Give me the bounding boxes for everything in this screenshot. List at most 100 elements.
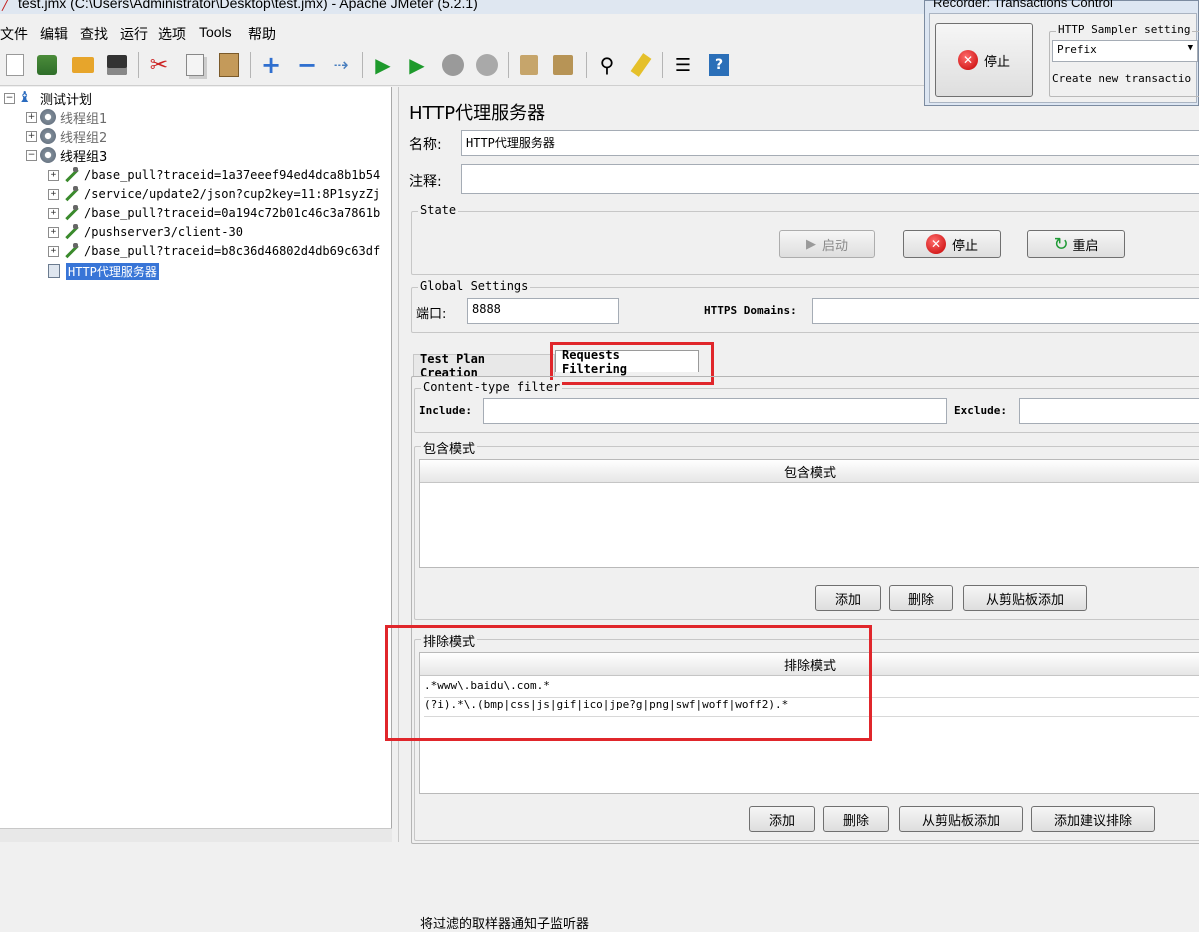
menu-options[interactable]: 选项 (158, 24, 186, 44)
sampler-settings-label: HTTP Sampler setting (1056, 23, 1193, 36)
clear-icon[interactable] (516, 52, 542, 78)
thread-group-icon (40, 128, 56, 144)
tree-node-thread-group-1[interactable]: + 线程组1 (26, 108, 107, 127)
tree-node-test-plan[interactable]: − ♝ 测试计划 (4, 88, 92, 108)
chevron-down-icon: ▼ (1187, 43, 1193, 53)
exclude-paste-button[interactable]: 从剪贴板添加 (899, 806, 1023, 832)
tree-node-proxy-server[interactable]: HTTP代理服务器 (48, 262, 159, 280)
expand-icon[interactable]: + (48, 226, 59, 238)
expand-icon[interactable]: + (26, 111, 37, 123)
collapse-icon[interactable]: − (294, 51, 320, 79)
expand-icon[interactable]: + (258, 51, 284, 79)
paste-icon[interactable] (216, 52, 242, 78)
include-delete-button[interactable]: 删除 (889, 585, 953, 611)
expand-icon[interactable]: + (26, 130, 37, 142)
port-field[interactable]: 8888 (467, 298, 619, 324)
test-plan-tree: − ♝ 测试计划 + 线程组1 + 线程组2 − 线程组3 + /base_pu… (0, 87, 392, 842)
global-settings-label: Global Settings (418, 279, 531, 293)
open-icon[interactable] (70, 52, 96, 78)
stop-icon: ✕ (957, 50, 978, 70)
tree-node-sampler[interactable]: + /base_pull?traceid=b8c36d46802d4db69c6… (48, 242, 380, 260)
new-icon[interactable] (2, 52, 28, 78)
state-group: State ▶ 启动 ✕ 停止 ↻ 重启 (411, 203, 1199, 275)
global-settings-group: Global Settings 端口: 8888 HTTPS Domains: (411, 279, 1199, 333)
templates-icon[interactable] (34, 52, 60, 78)
menu-help[interactable]: 帮助 (248, 24, 276, 44)
save-icon[interactable] (104, 52, 130, 78)
tree-node-label: 线程组2 (60, 130, 108, 146)
exclude-field[interactable] (1019, 398, 1199, 424)
start-button-label: 启动 (821, 238, 848, 254)
stop-icon[interactable] (440, 52, 466, 78)
function-helper-icon[interactable]: ☰ (670, 52, 696, 78)
create-transaction-label: Create new transactio (1052, 72, 1192, 85)
menu-run[interactable]: 运行 (120, 24, 148, 44)
exclude-add-button[interactable]: 添加 (749, 806, 815, 832)
cut-icon[interactable]: ✂ (146, 52, 172, 78)
tree-node-sampler[interactable]: + /pushserver3/client-30 (48, 223, 243, 241)
include-field[interactable] (483, 398, 947, 424)
search-icon[interactable]: ⚲ (594, 52, 620, 78)
exclude-suggested-button[interactable]: 添加建议排除 (1031, 806, 1155, 832)
comment-field[interactable] (461, 164, 1199, 194)
copy-icon[interactable] (182, 52, 208, 78)
toggle-icon[interactable]: ⇢ (328, 52, 354, 78)
requests-filtering-content: Content-type filter Include: Exclude: 包含… (411, 376, 1199, 932)
tree-node-label: 线程组3 (60, 149, 108, 165)
collapse-icon[interactable]: − (26, 149, 37, 161)
include-table-header[interactable]: 包含模式 (420, 460, 1199, 483)
include-patterns-table[interactable]: 包含模式 (419, 459, 1199, 568)
tree-node-sampler[interactable]: + /base_pull?traceid=1a37eeef94ed4dca8b1… (48, 166, 380, 184)
stop-button-label: 停止 (951, 238, 978, 254)
proxy-server-icon (48, 264, 60, 278)
expand-icon[interactable]: + (48, 245, 59, 257)
start-no-pause-icon[interactable]: ▶ (404, 52, 430, 78)
tree-node-sampler[interactable]: + /base_pull?traceid=0a194c72b01c46c3a78… (48, 204, 380, 222)
menu-bar: 文件 编辑 查找 运行 选项 Tools 帮助 (0, 22, 930, 44)
include-section-label: 包含模式 (421, 438, 478, 457)
menu-search[interactable]: 查找 (80, 24, 108, 44)
https-domains-field[interactable] (812, 298, 1199, 324)
window-title: test.jmx (C:\Users\Administrator\Desktop… (18, 0, 478, 11)
menu-edit[interactable]: 编辑 (40, 24, 68, 44)
http-sampler-icon (62, 223, 80, 241)
start-icon[interactable]: ▶ (370, 52, 396, 78)
tree-horizontal-scrollbar[interactable] (0, 828, 392, 842)
tree-node-label: /service/update2/json?cup2key=11:8P1syzZ… (84, 187, 381, 201)
name-label: 名称: (409, 137, 442, 153)
tab-test-plan-creation[interactable]: Test Plan Creation (413, 352, 555, 380)
exclude-delete-button[interactable]: 删除 (823, 806, 889, 832)
proxy-server-panel: HTTP代理服务器 名称: HTTP代理服务器 注释: State ▶ 启动 ✕… (385, 87, 1199, 932)
http-sampler-icon (62, 204, 80, 222)
tree-node-thread-group-3[interactable]: − 线程组3 (26, 146, 108, 165)
exclude-highlight-box (385, 625, 872, 741)
menu-tools[interactable]: Tools (199, 24, 232, 40)
shutdown-icon[interactable] (474, 52, 500, 78)
prefix-select[interactable]: Prefix ▼ (1052, 40, 1198, 62)
menu-file[interactable]: 文件 (0, 24, 28, 44)
include-add-button[interactable]: 添加 (815, 585, 881, 611)
tree-node-thread-group-2[interactable]: + 线程组2 (26, 127, 108, 146)
restart-button[interactable]: ↻ 重启 (1027, 230, 1125, 258)
reset-search-icon[interactable] (628, 52, 654, 78)
name-field[interactable]: HTTP代理服务器 (461, 130, 1199, 156)
tree-node-label: HTTP代理服务器 (66, 262, 159, 280)
sampler-settings-group: HTTP Sampler setting Prefix ▼ Create new… (1049, 23, 1199, 97)
recorder-stop-button[interactable]: ✕ 停止 (935, 23, 1033, 97)
expand-icon[interactable]: + (48, 207, 59, 219)
start-icon: ▶ (805, 236, 816, 252)
stop-button[interactable]: ✕ 停止 (903, 230, 1001, 258)
content-type-label: Content-type filter (421, 380, 563, 394)
help-icon[interactable]: ? (706, 52, 732, 78)
start-button[interactable]: ▶ 启动 (779, 230, 875, 258)
include-paste-button[interactable]: 从剪贴板添加 (963, 585, 1087, 611)
prefix-value: Prefix (1057, 43, 1097, 56)
collapse-icon[interactable]: − (4, 92, 15, 104)
test-plan-icon: ♝ (18, 88, 32, 106)
tree-node-sampler[interactable]: + /service/update2/json?cup2key=11:8P1sy… (48, 185, 380, 203)
content-type-group: Content-type filter Include: Exclude: (414, 380, 1199, 433)
notify-label: 将过滤的取样器通知子监听器 (420, 917, 590, 932)
expand-icon[interactable]: + (48, 169, 59, 181)
expand-icon[interactable]: + (48, 188, 59, 200)
clear-all-icon[interactable] (550, 52, 576, 78)
